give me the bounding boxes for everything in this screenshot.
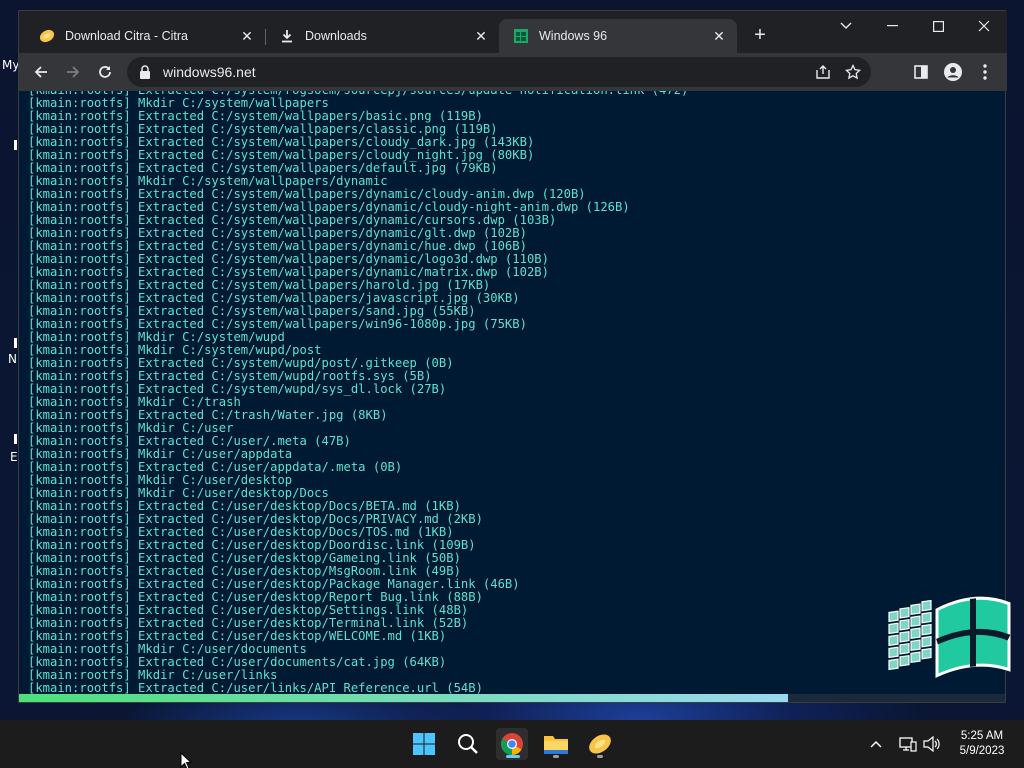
desktop-icon-label-my[interactable]: My: [2, 58, 19, 72]
back-icon[interactable]: [27, 58, 55, 86]
desktop-icon-mark[interactable]: [14, 434, 17, 444]
terminal-output: [kmain:rootfs] Extracted C:/system/rogso…: [28, 91, 688, 694]
close-tab-icon[interactable]: ✕: [709, 28, 729, 45]
terminal-line: [kmain:rootfs] Extracted C:/user/links/A…: [28, 681, 483, 695]
network-icon[interactable]: [898, 734, 918, 754]
clock-date: 5/9/2023: [959, 745, 1005, 757]
url-text[interactable]: windows96.net: [163, 64, 256, 80]
lock-icon[interactable]: [139, 65, 153, 79]
system-clock[interactable]: 5:25 AM 5/9/2023: [948, 729, 1016, 759]
browser-toolbar: windows96.net: [19, 53, 1007, 91]
share-icon[interactable]: [815, 64, 833, 82]
tab-download-citra[interactable]: Download Citra - Citra ✕: [25, 19, 265, 53]
desktop-icon-mark[interactable]: [14, 338, 17, 348]
desktop-icon-mark[interactable]: [14, 140, 17, 150]
desktop-icon-label-n[interactable]: N: [8, 352, 17, 366]
windows96-logo: [888, 596, 1011, 678]
address-bar[interactable]: windows96.net: [127, 57, 871, 87]
desktop-icon-label-e[interactable]: E: [10, 450, 18, 464]
boot-progress-fill: [19, 694, 789, 702]
tab-downloads[interactable]: Downloads ✕: [265, 19, 499, 53]
close-tab-icon[interactable]: ✕: [471, 28, 491, 45]
chrome-browser-window: Download Citra - Citra ✕ Downloads ✕ Win…: [18, 10, 1011, 703]
file-explorer-icon[interactable]: [540, 728, 572, 760]
citra-icon[interactable]: [584, 728, 616, 760]
boot-terminal[interactable]: [kmain:rootfs] Extracted C:/system/rogso…: [19, 91, 1005, 694]
volume-icon[interactable]: [922, 734, 942, 754]
tab-search-icon[interactable]: [823, 11, 869, 41]
tab-title: Download Citra - Citra: [65, 29, 188, 43]
close-tab-icon[interactable]: ✕: [237, 28, 257, 45]
clock-time: 5:25 AM: [960, 730, 1004, 742]
running-app-indicator: [597, 755, 603, 758]
new-tab-button[interactable]: +: [749, 25, 771, 47]
forward-icon[interactable]: [59, 58, 87, 86]
tab-title: Downloads: [305, 29, 367, 43]
taskbar: 5:25 AM 5/9/2023: [0, 720, 1024, 768]
chevron-up-icon[interactable]: [866, 734, 886, 754]
mouse-cursor-icon: [180, 752, 192, 768]
reload-icon[interactable]: [91, 58, 119, 86]
close-window-button[interactable]: [961, 11, 1007, 41]
active-app-indicator: [506, 755, 520, 758]
windows96-icon: [513, 28, 529, 44]
tab-strip: Download Citra - Citra ✕ Downloads ✕ Win…: [19, 11, 1007, 53]
chrome-icon[interactable]: [496, 728, 528, 760]
search-icon[interactable]: [452, 728, 484, 760]
profile-icon[interactable]: [939, 58, 967, 86]
boot-progress-bar: [19, 694, 1005, 702]
citra-icon: [39, 28, 55, 44]
menu-icon[interactable]: [971, 58, 999, 86]
bookmark-star-icon[interactable]: [844, 63, 863, 82]
tab-title: Windows 96: [539, 29, 608, 43]
windows-start-icon[interactable]: [408, 728, 440, 760]
side-panel-icon[interactable]: [907, 58, 935, 86]
maximize-button[interactable]: [915, 11, 961, 41]
minimize-button[interactable]: [869, 11, 915, 41]
running-app-indicator: [553, 755, 559, 758]
tab-windows96[interactable]: Windows 96 ✕: [499, 19, 737, 53]
download-icon: [279, 28, 295, 44]
